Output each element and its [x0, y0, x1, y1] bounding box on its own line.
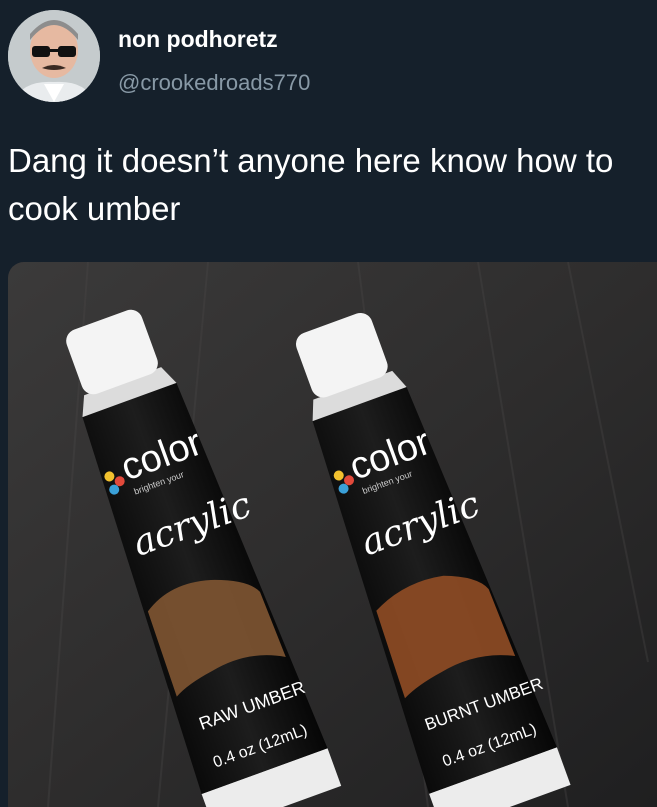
display-name[interactable]: non podhoretz — [118, 26, 278, 53]
tweet-header: non podhoretz @crookedroads770 — [0, 0, 657, 130]
tweet-text: Dang it doesn’t anyone here know how to … — [8, 142, 614, 227]
user-handle[interactable]: @crookedroads770 — [118, 70, 310, 96]
profile-photo-avatar — [8, 10, 100, 102]
tweet-photo[interactable]: color brighten your acrylic RAW UMBER 0.… — [8, 262, 657, 807]
avatar[interactable] — [8, 10, 100, 102]
